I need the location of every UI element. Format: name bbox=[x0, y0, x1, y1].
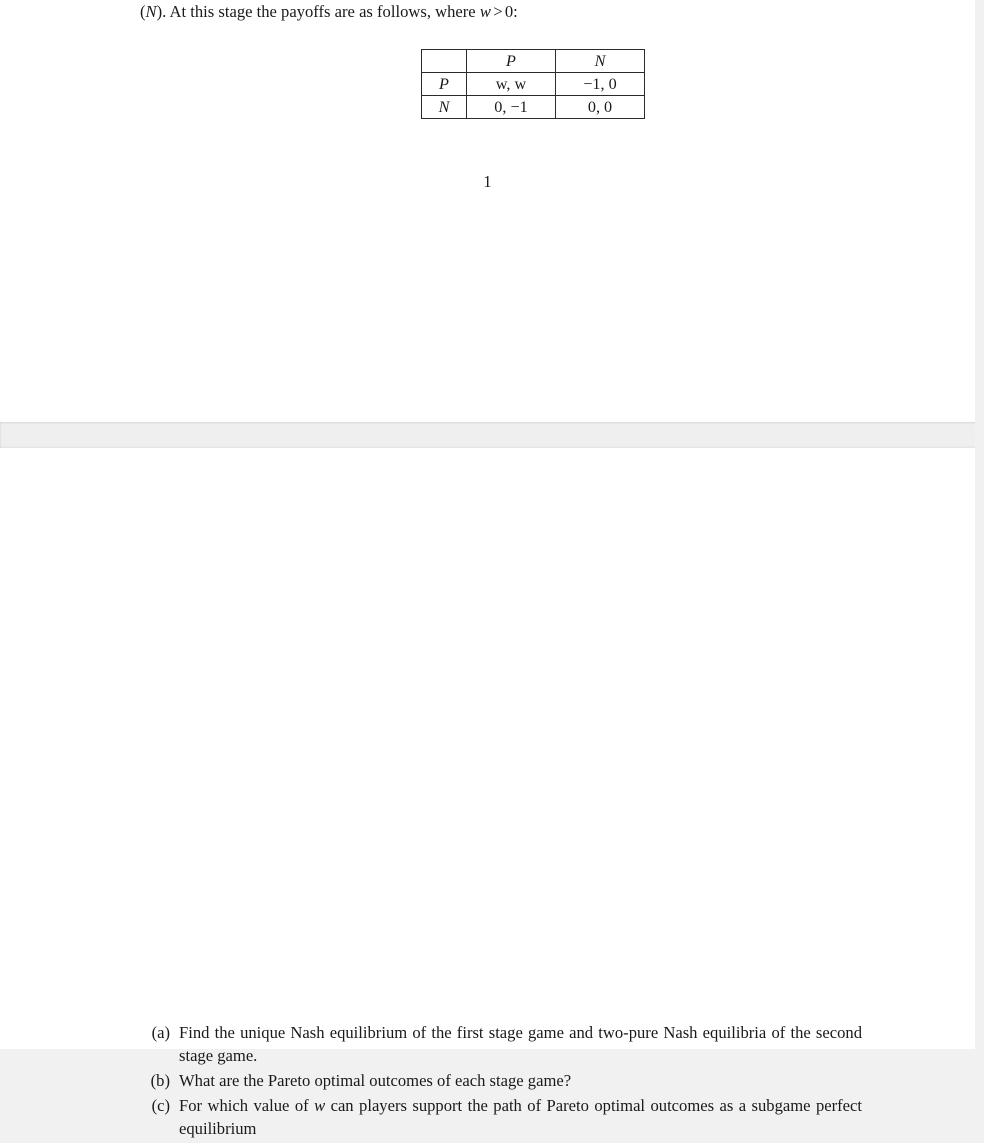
question-item-c-text: For which value of w can players support… bbox=[179, 1095, 862, 1141]
payoff-cell-pp: w, w bbox=[466, 72, 556, 96]
question-item-c-marker: (c) bbox=[151, 1095, 170, 1115]
payoff-matrix: P N P w, w −1, 0 N 0, −1 0, 0 bbox=[421, 49, 645, 119]
payoff-column-header-n: N bbox=[555, 49, 645, 73]
payoff-cell-pn: −1, 0 bbox=[555, 72, 645, 96]
math-zero-2: 0 bbox=[504, 1, 514, 21]
question-item-c: (c) For which value of w can players sup… bbox=[140, 1095, 862, 1141]
table-row: N 0, −1 0, 0 bbox=[421, 95, 645, 119]
question-item-b-text: What are the Pareto optimal outcomes of … bbox=[179, 1070, 572, 1090]
problem-2-item: 2. Two political candidates are playing … bbox=[110, 0, 862, 24]
payoff-cell-np: 0, −1 bbox=[466, 95, 556, 119]
question-item-b-marker: (b) bbox=[150, 1070, 170, 1090]
problem-2-body: Two political candidates are playing the… bbox=[140, 0, 862, 24]
pdf-viewer[interactable]: 2. Two political candidates are playing … bbox=[0, 0, 984, 1138]
payoff-column-header-p: P bbox=[466, 49, 556, 73]
problem-text-run-13: : bbox=[513, 1, 518, 21]
page-number-1: 1 bbox=[483, 172, 492, 191]
question-item-a: (a) Find the unique Nash equilibrium of … bbox=[140, 1022, 862, 1068]
table-row: P w, w −1, 0 bbox=[421, 72, 645, 96]
problem-2: 2. Two political candidates are playing … bbox=[110, 0, 862, 24]
document-page-1: 2. Two political candidates are playing … bbox=[0, 0, 975, 423]
page-separator-gap bbox=[0, 422, 984, 448]
question-item-a-text: Find the unique Nash equilibrium of the … bbox=[179, 1023, 862, 1065]
payoff-row-header-p: P bbox=[421, 72, 467, 96]
math-N-nasty: N bbox=[145, 1, 157, 21]
question-sublist: (a) Find the unique Nash equilibrium of … bbox=[140, 1022, 862, 1143]
document-page-2: (a) Find the unique Nash equilibrium of … bbox=[0, 448, 975, 1138]
payoff-row-header-n: N bbox=[421, 95, 467, 119]
math-greater-than: > bbox=[493, 1, 503, 21]
question-item-b: (b) What are the Pareto optimal outcomes… bbox=[140, 1070, 862, 1093]
math-w: w bbox=[479, 1, 491, 21]
payoff-corner-cell bbox=[421, 49, 467, 73]
math-w-item-c: w bbox=[314, 1095, 326, 1115]
payoff-cell-nn: 0, 0 bbox=[555, 95, 645, 119]
question-item-c-text-pre: For which value of bbox=[179, 1095, 315, 1115]
problem-text-run-12: ). At this stage the payoffs are as foll… bbox=[156, 1, 480, 21]
table-row-header: P N bbox=[421, 49, 645, 73]
viewer-right-margin bbox=[975, 0, 984, 696]
payoff-matrix-table: P N P w, w −1, 0 N 0, −1 0, 0 bbox=[421, 49, 645, 119]
question-item-a-marker: (a) bbox=[151, 1023, 170, 1042]
